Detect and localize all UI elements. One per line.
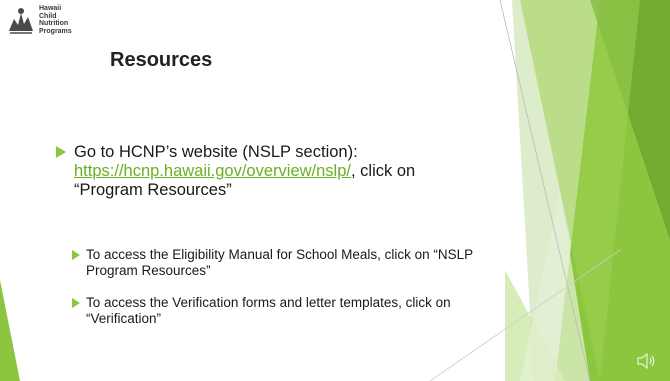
sub-bullet-text: To access the Eligibility Manual for Sch… <box>86 247 473 278</box>
speaker-icon[interactable] <box>636 351 658 371</box>
bullet-item: Go to HCNP’s website (NSLP section): htt… <box>56 143 456 200</box>
sub-bullet-text: To access the Verification forms and let… <box>86 295 451 326</box>
bullet-arrow-icon <box>72 298 80 308</box>
logo-text: Hawaii Child Nutrition Programs <box>39 5 72 35</box>
logo-mark <box>6 5 36 35</box>
slide: Hawaii Child Nutrition Programs Resource… <box>0 0 670 381</box>
nslp-link[interactable]: https://hcnp.hawaii.gov/overview/nslp/ <box>74 162 351 180</box>
hcnp-logo: Hawaii Child Nutrition Programs <box>6 5 72 35</box>
sub-bullet-item: To access the Verification forms and let… <box>72 295 482 327</box>
bullet-arrow-icon <box>56 146 66 158</box>
sub-bullet-item: To access the Eligibility Manual for Sch… <box>72 247 482 279</box>
bullet-arrow-icon <box>72 250 80 260</box>
bullet-text: Go to HCNP’s website (NSLP section): htt… <box>74 143 456 200</box>
logo-line: Hawaii <box>39 5 62 12</box>
bullet-text-pre: Go to HCNP’s website (NSLP section): <box>74 143 358 161</box>
slide-title: Resources <box>110 49 213 71</box>
logo-line: Nutrition <box>39 20 69 27</box>
logo-line: Child <box>39 12 57 20</box>
logo-line: Programs <box>39 27 72 35</box>
